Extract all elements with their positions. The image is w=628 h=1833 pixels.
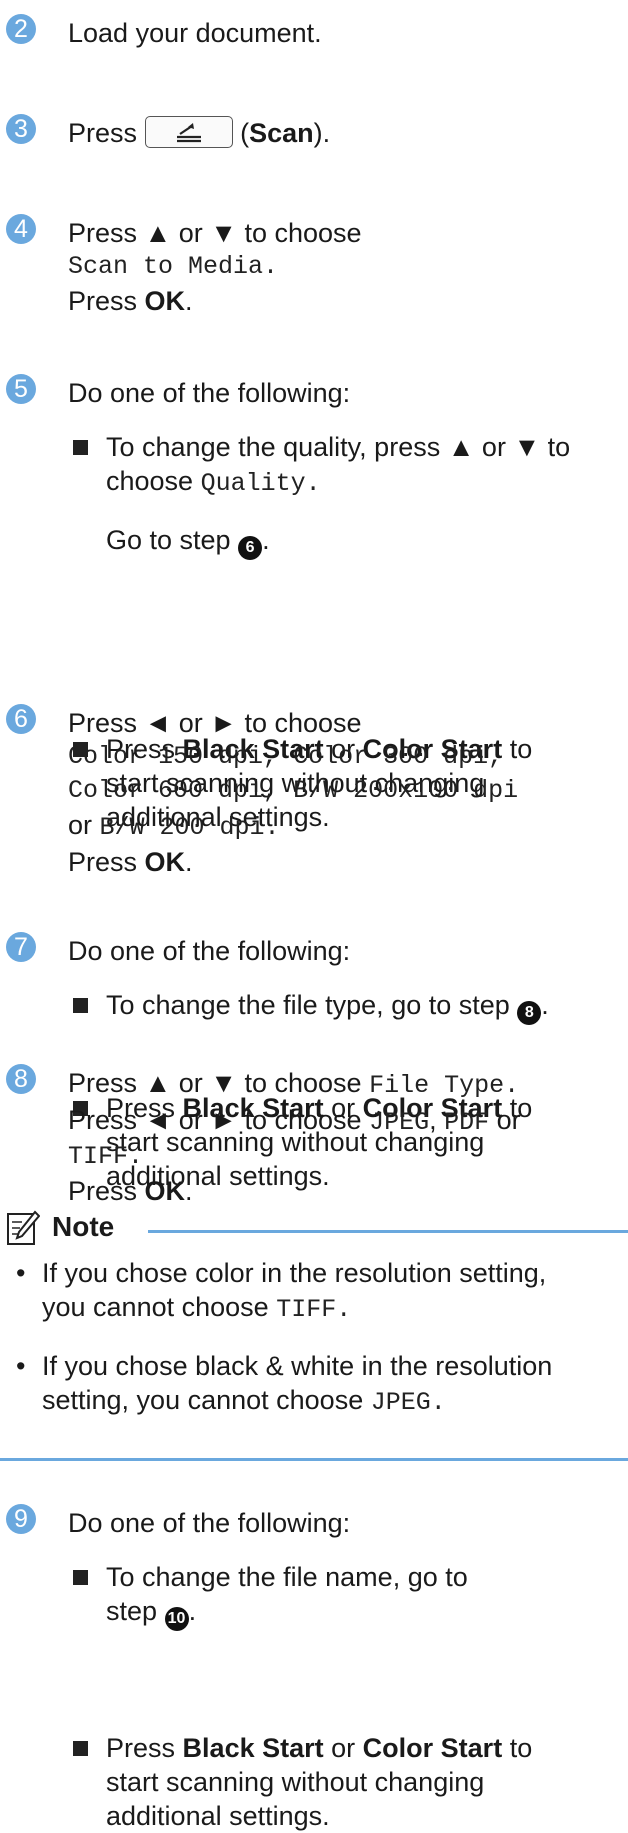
step-number-badge: 2	[6, 14, 36, 44]
note-header: Note	[0, 1210, 628, 1250]
step-number-badge: 9	[6, 1504, 36, 1534]
note-divider	[0, 1458, 628, 1461]
step-text: Load your document.	[68, 18, 322, 48]
list-item: To change the file type, go to step 8.	[70, 988, 628, 1025]
menu-option: Quality.	[200, 469, 321, 498]
note-divider	[148, 1230, 628, 1233]
list-item: • If you chose color in the resolution s…	[16, 1258, 547, 1324]
step-number-badge: 7	[6, 932, 36, 962]
step-ref-icon: 8	[517, 1001, 542, 1025]
step-5: 5 Do one of the following: To change the…	[0, 368, 628, 832]
step-ref-icon: 10	[164, 1607, 189, 1631]
manual-page: 2 Load your document. 3 Press (Scan). 4 …	[0, 0, 628, 1831]
ok-key: OK	[144, 1176, 186, 1206]
ok-key: OK	[144, 286, 186, 316]
bullet-square-icon	[73, 1741, 88, 1756]
step-7: 7 Do one of the following: To change the…	[0, 926, 628, 1191]
list-item: To change the file name, go to step 10.	[70, 1560, 628, 1631]
note-list: • If you chose color in the resolution s…	[14, 1256, 622, 1420]
list-item: • If you chose black & white in the reso…	[16, 1351, 553, 1417]
note-pencil-icon	[7, 1210, 40, 1245]
step-9: 9 Do one of the following: To change the…	[0, 1498, 628, 1831]
bullet-square-icon	[73, 1570, 88, 1585]
step-text: Press (Scan).	[68, 116, 331, 148]
step-number-badge: 5	[6, 374, 36, 404]
list-item: Press Black Start or Color Start to star…	[70, 1731, 628, 1833]
list-item: To change the quality, press ▲ or ▼ to c…	[70, 430, 628, 560]
bullet-square-icon	[73, 998, 88, 1013]
step-number-badge: 4	[6, 214, 36, 244]
step-number-badge: 3	[6, 114, 36, 144]
scan-key-icon	[144, 116, 233, 148]
step-ref-icon: 6	[238, 536, 263, 560]
menu-option: Scan to Media.	[68, 252, 279, 281]
note-title: Note	[52, 1211, 115, 1242]
step-number-badge: 6	[6, 704, 36, 734]
ok-key: OK	[144, 847, 186, 877]
step-number-badge: 8	[6, 1064, 36, 1094]
bullet-square-icon	[73, 440, 88, 455]
